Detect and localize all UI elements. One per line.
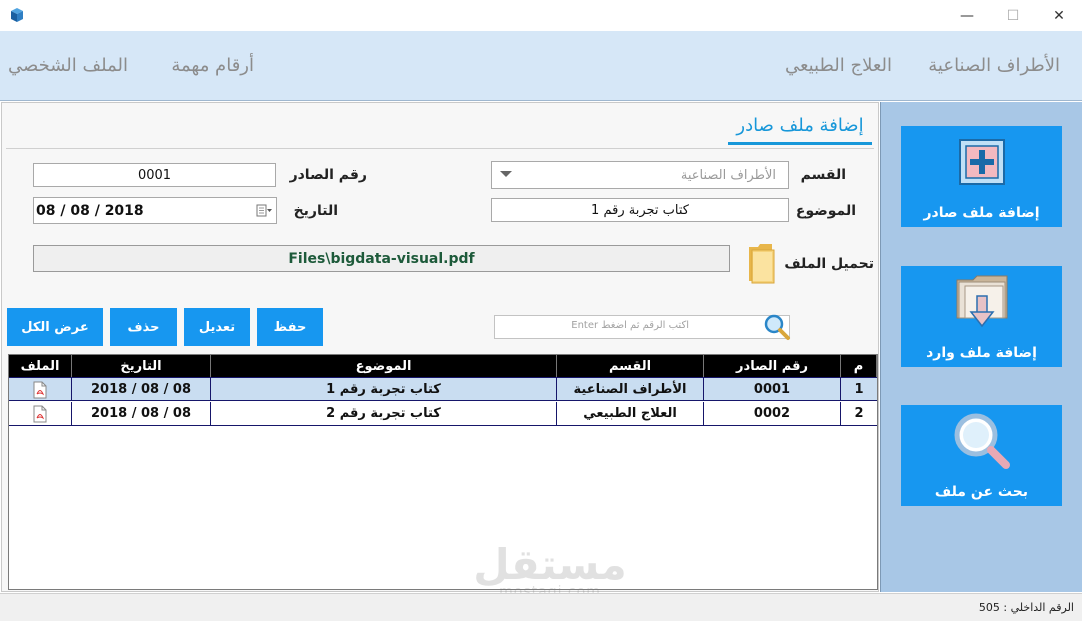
column-header-date: التاريخ (72, 355, 211, 377)
add-incoming-file-button[interactable]: إضافة ملف وارد (901, 266, 1062, 367)
cell-num: 2 (854, 406, 864, 421)
pdf-icon[interactable] (33, 381, 47, 399)
cell-date: 08 / 08 / 2018 (72, 378, 211, 401)
status-bar: الرقم الداخلي : 505 (0, 593, 1082, 621)
search-file-button[interactable]: بحث عن ملف (901, 405, 1062, 506)
chevron-down-icon (500, 171, 512, 177)
add-outgoing-file-label: إضافة ملف صادر (923, 205, 1040, 221)
title-bar: — ☐ ✕ (0, 0, 1082, 31)
department-select[interactable]: الأطراف الصناعية (491, 161, 789, 189)
cell-department: الأطراف الصناعية (557, 378, 704, 401)
add-incoming-file-label: إضافة ملف وارد (926, 345, 1037, 361)
column-header-subject: الموضوع (211, 355, 557, 377)
folder-icon[interactable] (746, 241, 776, 285)
top-navigation: الأطراف الصناعية العلاج الطبيعي أرقام مه… (0, 31, 1082, 101)
cell-outgoing-no: 0002 (704, 402, 841, 425)
folder-download-icon (956, 275, 1007, 328)
internal-number-status: الرقم الداخلي : 505 (978, 601, 1074, 614)
nav-item-prosthetics[interactable]: الأطراف الصناعية (928, 55, 1060, 76)
outgoing-files-table: م رقم الصادر القسم الموضوع التاريخ الملف… (8, 354, 878, 590)
nav-item-important-numbers[interactable]: أرقام مهمة (171, 55, 254, 76)
cell-file[interactable] (9, 402, 72, 425)
section-title: إضافة ملف صادر (728, 115, 872, 145)
table-header: م رقم الصادر القسم الموضوع التاريخ الملف (9, 355, 877, 377)
date-label: التاريخ (293, 203, 338, 219)
search-placeholder: اكتب الرقم ثم اضغط Enter (571, 320, 689, 331)
subject-label: الموضوع (795, 203, 856, 219)
date-value: 08 / 08 / 2018 (36, 202, 144, 219)
column-header-file: الملف (9, 355, 72, 377)
cell-subject: كتاب تجربة رقم 2 (211, 402, 557, 425)
delete-button[interactable]: حذف (110, 308, 177, 346)
maximize-button[interactable]: ☐ (990, 0, 1036, 31)
cell-outgoing-no: 0001 (704, 378, 841, 401)
nav-item-profile[interactable]: الملف الشخصي (8, 55, 128, 76)
upload-file-label: تحميل الملف (784, 256, 874, 272)
search-file-label: بحث عن ملف (934, 484, 1029, 500)
department-label: القسم (800, 167, 846, 183)
column-header-department: القسم (557, 355, 704, 377)
cell-file[interactable] (9, 378, 72, 401)
magnifier-icon (954, 413, 1010, 469)
add-outgoing-file-button[interactable]: إضافة ملف صادر (901, 126, 1062, 227)
column-header-outgoing-no: رقم الصادر (704, 355, 841, 377)
main-panel: إضافة ملف صادر القسم الأطراف الصناعية رق… (1, 102, 879, 592)
add-file-icon (958, 139, 1005, 185)
subject-input[interactable]: كتاب تجربة رقم 1 (491, 198, 789, 222)
cell-date: 08 / 08 / 2018 (72, 402, 211, 425)
minimize-button[interactable]: — (944, 0, 990, 31)
calendar-dropdown-icon[interactable] (256, 204, 272, 217)
search-icon[interactable] (763, 313, 791, 341)
nav-item-physiotherapy[interactable]: العلاج الطبيعي (785, 55, 892, 76)
app-cube-icon (11, 8, 23, 22)
cell-subject: كتاب تجربة رقم 1 (211, 378, 557, 401)
save-button[interactable]: حفظ (257, 308, 323, 346)
section-divider (6, 148, 874, 149)
close-button[interactable]: ✕ (1036, 0, 1082, 31)
show-all-button[interactable]: عرض الكل (7, 308, 103, 346)
outgoing-number-input[interactable]: 0001 (33, 163, 276, 187)
column-header-num: م (841, 355, 877, 377)
outgoing-number-label: رقم الصادر (289, 167, 367, 183)
file-path-field: Files\bigdata-visual.pdf (33, 245, 730, 272)
edit-button[interactable]: تعديل (184, 308, 250, 346)
table-row[interactable]: 2 0002 العلاج الطبيعي كتاب تجربة رقم 2 0… (9, 402, 877, 426)
table-row[interactable]: 1 0001 الأطراف الصناعية كتاب تجربة رقم 1… (9, 377, 877, 401)
date-picker[interactable]: 08 / 08 / 2018 (33, 197, 277, 224)
cell-num: 1 (854, 382, 864, 397)
cell-department: العلاج الطبيعي (557, 402, 704, 425)
department-select-value: الأطراف الصناعية (680, 167, 776, 183)
pdf-icon[interactable] (33, 405, 47, 423)
search-input[interactable]: اكتب الرقم ثم اضغط Enter (494, 313, 791, 341)
sidebar: إضافة ملف صادر إضافة ملف وارد بحث عن ملف (880, 102, 1082, 592)
